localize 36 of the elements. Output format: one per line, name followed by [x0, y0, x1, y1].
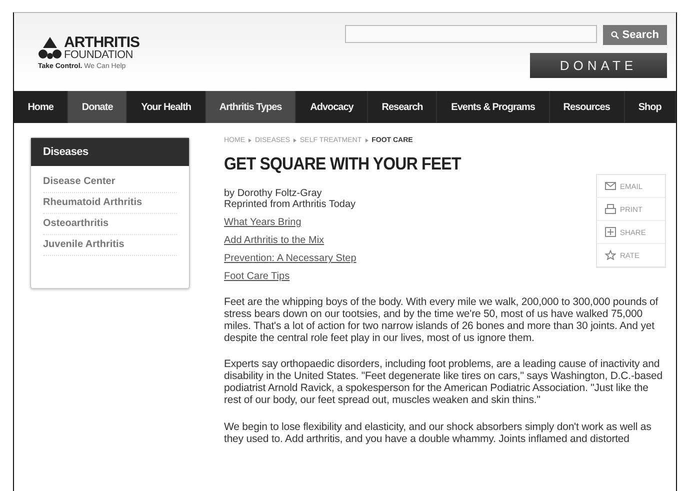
- logo-icon: [38, 36, 62, 60]
- chevron-icon: [248, 138, 252, 143]
- section-link[interactable]: Foot Care Tips: [224, 271, 290, 282]
- section-link[interactable]: What Years Bring: [224, 217, 302, 228]
- article-title: GET SQUARE WITH YOUR FEET: [224, 155, 461, 175]
- article-byline: by Dorothy Foltz-Gray: [224, 189, 323, 200]
- chevron-icon: [364, 138, 369, 143]
- plus-icon: [605, 227, 616, 237]
- article-paragraph: We begin to lose flexibility and elasticity, and our shock absorbers simply don't work as well as they used to. Add arthritis, and you have a double whammy. Joints inflamed and distorted: [224, 420, 652, 445]
- article-paragraph: Experts say orthopaedic disorders, including foot problems, are a leading cause of inactivity and disability in the United States. "Feet degenerate like tires on cars," says Washington, D.C.-based podiatrist Arnold Ravick, a spokesperson for the American Podiatric Association. "Just like the rest of our body, our feet spread out, muscles weaken and skin thins.": [224, 358, 664, 406]
- star-icon: [605, 250, 616, 260]
- donate-button[interactable]: DONATE: [530, 53, 667, 78]
- search-button[interactable]: Search: [603, 25, 667, 45]
- printer-icon: [605, 204, 616, 214]
- chevron-icon: [293, 138, 298, 143]
- article-source: Reprinted from Arthritis Today: [224, 200, 357, 210]
- nav-tab[interactable]: Donate: [68, 91, 128, 123]
- sidebar-item[interactable]: Osteoarthritis: [43, 214, 177, 235]
- sidebar-item[interactable]: Disease Center: [43, 172, 177, 193]
- sidebar-item[interactable]: Juvenile Arthritis: [43, 235, 177, 256]
- nav-tab[interactable]: Advocacy: [296, 91, 368, 123]
- sidebar-title: Diseases: [31, 138, 189, 166]
- nav-tab[interactable]: Research: [368, 91, 438, 123]
- envelope-icon: [605, 181, 616, 191]
- logo-name: ARTHRITIS: [64, 35, 140, 50]
- search-icon: [611, 31, 620, 39]
- article-paragraph: Feet are the whipping boys of the body. With every mile we walk, 200,000 to 300,000 pounds of stress bears down on our tootsies, and by the time we're 50, most of us have walked 75,000 miles. That's a lot of action for two narrow islands of 26 bones and more than 30 joints. And yet despite the central role feet play in our lives, most of us ignore them.: [224, 296, 660, 344]
- nav-tab[interactable]: Arthritis Types: [206, 91, 296, 123]
- section-link[interactable]: Prevention: A Necessary Step: [224, 253, 356, 264]
- search-field[interactable]: [345, 25, 598, 43]
- section-link[interactable]: Add Arthritis to the Mix: [224, 235, 324, 246]
- nav-tab[interactable]: Events & Programs: [437, 91, 550, 123]
- logo-subname: FOUNDATION: [64, 50, 134, 61]
- nav-tab[interactable]: Resources: [550, 91, 625, 123]
- sidebar-item[interactable]: Rheumatoid Arthritis: [43, 193, 177, 214]
- nav-tab[interactable]: Shop: [624, 91, 676, 123]
